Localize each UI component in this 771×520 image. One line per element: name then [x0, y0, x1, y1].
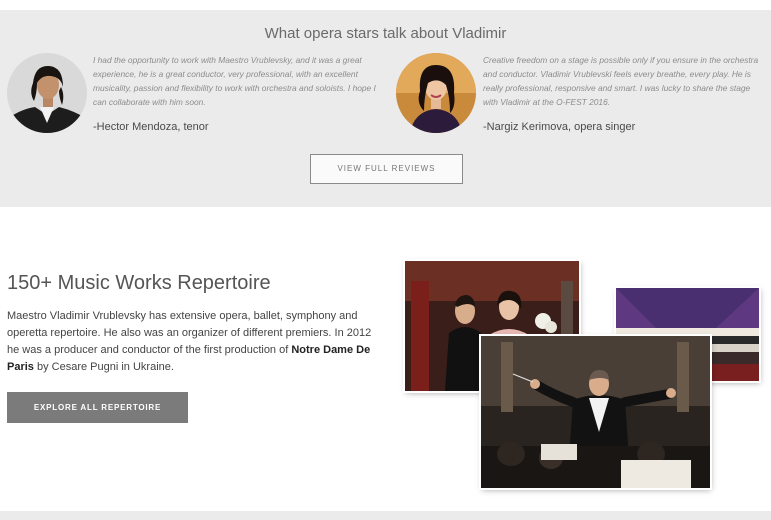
review-author: -Hector Mendoza, tenor: [93, 121, 209, 133]
reviews-section: What opera stars talk about Vladimir I h…: [0, 10, 771, 207]
photo-conductor: [481, 336, 710, 488]
repertoire-text-after: by Cesare Pugni in Ukraine.: [33, 361, 174, 373]
review-quote: Creative freedom on a stage is possible …: [483, 55, 759, 107]
review-author: -Nargiz Kerimova, opera singer: [483, 121, 636, 133]
reviewer-avatar-hector-mendoza: [7, 53, 87, 133]
reviewer-avatar-nargiz-kerimova: [396, 53, 476, 133]
view-full-reviews-button[interactable]: VIEW FULL REVIEWS: [310, 154, 463, 184]
repertoire-title: 150+ Music Works Repertoire: [7, 272, 271, 294]
review-quote: I had the opportunity to work with Maest…: [93, 55, 376, 107]
repertoire-description: Maestro Vladimir Vrublevsky has extensiv…: [7, 308, 372, 376]
section-divider: [0, 511, 771, 520]
reviews-title: What opera stars talk about Vladimir: [264, 25, 507, 42]
explore-all-repertoire-button[interactable]: EXPLORE ALL REPERTOIRE: [7, 392, 188, 423]
